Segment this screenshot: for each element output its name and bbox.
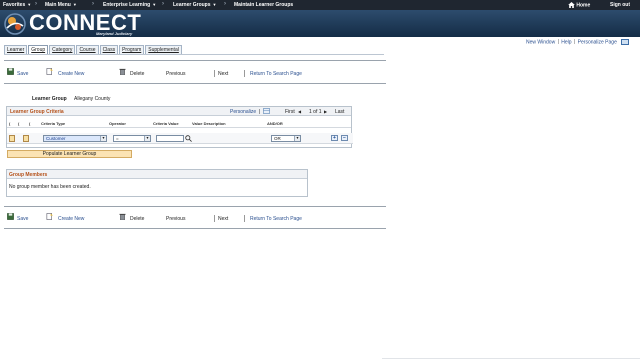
first-link[interactable]: First	[285, 109, 295, 115]
previous-button[interactable]: Previous	[166, 71, 185, 77]
chevron-down-icon: ▼	[144, 136, 150, 141]
grid-title: Learner Group Criteria	[10, 109, 64, 115]
save-button[interactable]: Save	[17, 216, 28, 222]
top-navigation-bar: Favorites ▼ › Main Menu ▼ › Enterprise Lea…	[0, 0, 640, 10]
nav-separator: ›	[162, 1, 164, 7]
chevron-down-icon: ▼	[100, 136, 106, 141]
column-open-paren-2: (	[18, 121, 20, 126]
connect-logo-icon	[4, 13, 26, 35]
delete-icon[interactable]	[119, 213, 126, 220]
return-to-search-button[interactable]: Return To Search Page	[250, 71, 302, 77]
create-new-button[interactable]: Create New	[58, 71, 84, 77]
next-button[interactable]: Next	[218, 71, 228, 77]
tab-supplemental[interactable]: Supplemental	[145, 45, 182, 54]
nav-maintain-learner-groups[interactable]: Maintain Learner Groups	[234, 2, 293, 8]
column-and-or: AND/OR	[267, 121, 283, 126]
delete-button[interactable]: Delete	[130, 216, 144, 222]
group-members-message: No group member has been created.	[9, 184, 91, 190]
open-paren-1-checkbox[interactable]	[9, 135, 15, 142]
divider	[4, 83, 386, 84]
populate-learner-group-button[interactable]: Populate Learner Group	[7, 150, 132, 158]
first-arrow-icon[interactable]: ◀	[298, 109, 301, 114]
column-criteria-type: Criteria Type	[41, 121, 66, 126]
lookup-icon[interactable]	[185, 135, 192, 142]
previous-button[interactable]: Previous	[166, 216, 185, 222]
tab-learner[interactable]: Learner	[4, 45, 28, 54]
row-range: 1 of 1	[309, 109, 322, 115]
create-new-button[interactable]: Create New	[58, 216, 84, 222]
learner-group-value: Allegany County	[74, 96, 111, 102]
save-icon[interactable]	[7, 213, 14, 220]
criteria-type-select[interactable]: Customer ▼	[43, 135, 107, 142]
tab-course[interactable]: Course	[76, 45, 99, 54]
group-members-header: Group Members	[7, 170, 307, 179]
page: Favorites ▼ › Main Menu ▼ › Enterprise Lea…	[0, 0, 640, 360]
tab-program[interactable]: Program	[119, 45, 145, 54]
last-link[interactable]: Last	[335, 109, 344, 115]
save-icon[interactable]	[7, 68, 14, 75]
toolbar-top: Save Create New Delete Previous Next Ret…	[6, 67, 386, 79]
home-icon	[568, 2, 575, 8]
help-link[interactable]: Help	[561, 39, 571, 45]
chevron-down-icon: ▼	[294, 136, 300, 141]
group-members-section: Group Members No group member has been c…	[6, 169, 308, 197]
divider	[382, 358, 640, 359]
app-subtitle: Maryland Judiciary	[96, 31, 133, 36]
divider	[4, 60, 386, 61]
tab-class[interactable]: Class	[99, 45, 119, 54]
nav-learner-groups[interactable]: Learner Groups ▼	[173, 2, 216, 8]
page-links: New Window | Help | Personalize Page	[526, 39, 630, 45]
save-button[interactable]: Save	[17, 71, 28, 77]
delete-button[interactable]: Delete	[130, 71, 144, 77]
sign-out-link[interactable]: Sign out	[610, 2, 630, 8]
nav-separator: ›	[35, 1, 37, 7]
nav-main-menu[interactable]: Main Menu ▼	[45, 2, 77, 8]
column-open-paren-3: (	[29, 121, 31, 126]
personalize-page-link[interactable]: Personalize Page	[578, 39, 617, 45]
nav-separator: ›	[224, 1, 226, 7]
criteria-value-input[interactable]	[156, 135, 184, 142]
divider	[4, 206, 386, 207]
column-criteria-value: Criteria Value	[153, 121, 179, 126]
personalize-link[interactable]: Personalize	[230, 109, 256, 115]
grid-header: Learner Group Criteria Personalize | Fir…	[7, 107, 351, 116]
banner: CONNECT Maryland Judiciary	[0, 10, 640, 37]
operator-select[interactable]: = ▼	[113, 135, 151, 142]
return-to-search-button[interactable]: Return To Search Page	[250, 216, 302, 222]
and-or-select[interactable]: OR ▼	[271, 135, 301, 142]
column-value-description: Value Description	[192, 121, 226, 126]
new-window-link[interactable]: New Window	[526, 39, 555, 45]
column-open-paren-1: (	[9, 121, 11, 126]
nav-separator: ›	[92, 1, 94, 7]
open-paren-2-checkbox[interactable]	[23, 135, 29, 142]
last-arrow-icon[interactable]: ▶	[324, 109, 327, 114]
nav-favorites[interactable]: Favorites ▼	[3, 2, 31, 8]
learner-group-label: Learner Group	[32, 96, 67, 102]
tab-divider	[4, 54, 384, 55]
nav-enterprise-learning[interactable]: Enterprise Learning ▼	[103, 2, 156, 8]
toolbar-bottom: Save Create New Delete Previous Next Ret…	[6, 212, 386, 224]
delete-icon[interactable]	[119, 68, 126, 75]
add-row-button[interactable]: +	[331, 135, 338, 141]
tab-category[interactable]: Category	[49, 45, 76, 54]
personalize-icon[interactable]	[263, 108, 270, 114]
divider	[4, 228, 386, 229]
home-link[interactable]: Home	[568, 2, 590, 8]
new-window-icon[interactable]	[621, 39, 630, 45]
group-members-title: Group Members	[9, 172, 48, 178]
create-new-icon[interactable]	[46, 68, 53, 75]
create-new-icon[interactable]	[46, 213, 53, 220]
column-operator: Operator	[109, 121, 126, 126]
delete-row-button[interactable]: −	[341, 135, 348, 141]
next-button[interactable]: Next	[218, 216, 228, 222]
